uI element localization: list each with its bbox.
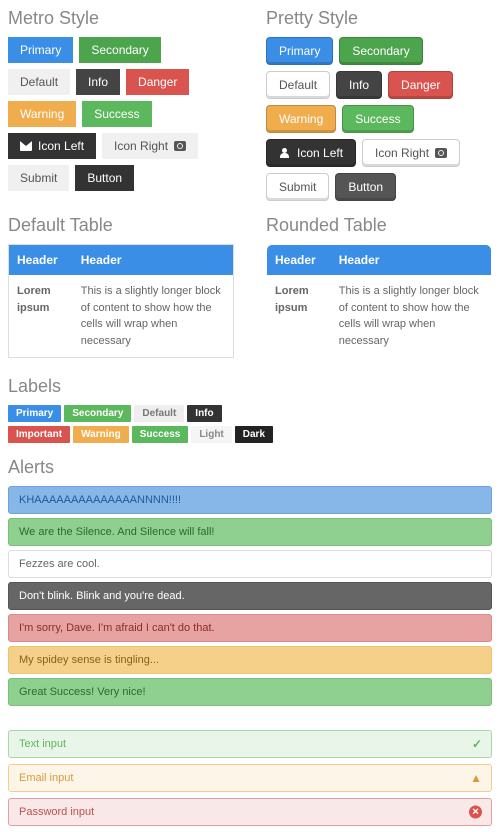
camera-icon [435, 148, 447, 158]
submit-button[interactable]: Submit [266, 173, 329, 201]
alerts-container: KHAAAAAAAAAAAAAANNNN!!!! We are the Sile… [0, 486, 500, 706]
danger-button[interactable]: Danger [126, 69, 189, 95]
secondary-button[interactable]: Secondary [339, 37, 422, 65]
table-row: Lorem ipsum This is a slightly longer bl… [267, 275, 492, 358]
pretty-title: Pretty Style [266, 8, 492, 29]
text-input-wrap: ✓ [8, 730, 492, 758]
table-cell: This is a slightly longer block of conte… [73, 275, 234, 358]
icon-left-label: Icon Left [38, 139, 84, 153]
alert-success: Great Success! Very nice! [8, 678, 492, 706]
table-header-row: Header Header [267, 245, 492, 276]
default-table-title: Default Table [8, 215, 234, 236]
button-button[interactable]: Button [75, 165, 134, 191]
table-header: Header [267, 245, 331, 276]
alert-secondary: We are the Silence. And Silence will fal… [8, 518, 492, 546]
info-button[interactable]: Info [76, 69, 120, 95]
alert-primary: KHAAAAAAAAAAAAAANNNN!!!! [8, 486, 492, 514]
default-table-column: Default Table Header Header Lorem ipsum … [0, 207, 242, 368]
icon-left-button[interactable]: Icon Left [8, 133, 96, 159]
button-button[interactable]: Button [335, 173, 396, 201]
label-default: Default [134, 405, 184, 422]
alerts-title: Alerts [8, 457, 492, 478]
label-secondary: Secondary [64, 405, 131, 422]
warning-button[interactable]: Warning [8, 101, 76, 127]
icon-right-button[interactable]: Icon Right [102, 133, 198, 159]
table-cell: Lorem ipsum [267, 275, 331, 358]
user-icon [279, 148, 291, 158]
table-header: Header [9, 245, 73, 276]
alert-default: Fezzes are cool. [8, 550, 492, 578]
mail-icon [20, 141, 32, 151]
rounded-table: Header Header Lorem ipsum This is a slig… [266, 244, 492, 358]
icon-right-label: Icon Right [114, 139, 168, 153]
rounded-table-title: Rounded Table [266, 215, 492, 236]
table-cell: This is a slightly longer block of conte… [331, 275, 492, 358]
labels-row-1: Primary Secondary Default Info [8, 405, 492, 422]
primary-button[interactable]: Primary [266, 37, 333, 65]
icon-left-label: Icon Left [297, 146, 343, 160]
alert-warning: My spidey sense is tingling... [8, 646, 492, 674]
table-cell-bold: Lorem ipsum [275, 285, 309, 314]
icon-left-button[interactable]: Icon Left [266, 139, 356, 167]
text-input[interactable] [8, 730, 492, 758]
label-info: Info [187, 405, 221, 422]
label-success: Success [132, 426, 189, 443]
labels-row-2: Important Warning Success Light Dark [8, 426, 492, 443]
success-button[interactable]: Success [82, 101, 151, 127]
metro-title: Metro Style [8, 8, 234, 29]
label-light: Light [191, 426, 231, 443]
default-table: Header Header Lorem ipsum This is a slig… [8, 244, 234, 358]
success-button[interactable]: Success [342, 105, 413, 133]
label-important: Important [8, 426, 70, 443]
submit-button[interactable]: Submit [8, 165, 69, 191]
default-button[interactable]: Default [8, 69, 70, 95]
warning-button[interactable]: Warning [266, 105, 336, 133]
primary-button[interactable]: Primary [8, 37, 73, 63]
camera-icon [174, 141, 186, 151]
icon-right-button[interactable]: Icon Right [362, 139, 460, 167]
default-button[interactable]: Default [266, 71, 330, 99]
icon-right-label: Icon Right [375, 146, 429, 160]
check-icon: ✓ [472, 737, 482, 751]
secondary-button[interactable]: Secondary [79, 37, 160, 63]
label-dark: Dark [235, 426, 273, 443]
table-header-row: Header Header [9, 245, 234, 276]
alert-info: Don't blink. Blink and you're dead. [8, 582, 492, 610]
labels-title: Labels [8, 376, 492, 397]
alert-danger: I'm sorry, Dave. I'm afraid I can't do t… [8, 614, 492, 642]
table-cell: Lorem ipsum [9, 275, 73, 358]
table-header: Header [73, 245, 234, 276]
warning-icon: ▲ [470, 771, 482, 785]
danger-button[interactable]: Danger [388, 71, 453, 99]
email-input[interactable] [8, 764, 492, 792]
table-header: Header [331, 245, 492, 276]
info-button[interactable]: Info [336, 71, 382, 99]
metro-style-column: Metro Style Primary Secondary Default In… [0, 0, 242, 207]
table-row: Lorem ipsum This is a slightly longer bl… [9, 275, 234, 358]
label-primary: Primary [8, 405, 61, 422]
password-input[interactable] [8, 798, 492, 826]
table-cell-bold: Lorem ipsum [17, 285, 51, 314]
rounded-table-column: Rounded Table Header Header Lorem ipsum … [258, 207, 500, 368]
email-input-wrap: ▲ [8, 764, 492, 792]
pretty-style-column: Pretty Style Primary Secondary Default I… [258, 0, 500, 207]
error-icon: ✕ [469, 806, 482, 819]
password-input-wrap: ✕ [8, 798, 492, 826]
label-warning: Warning [73, 426, 129, 443]
